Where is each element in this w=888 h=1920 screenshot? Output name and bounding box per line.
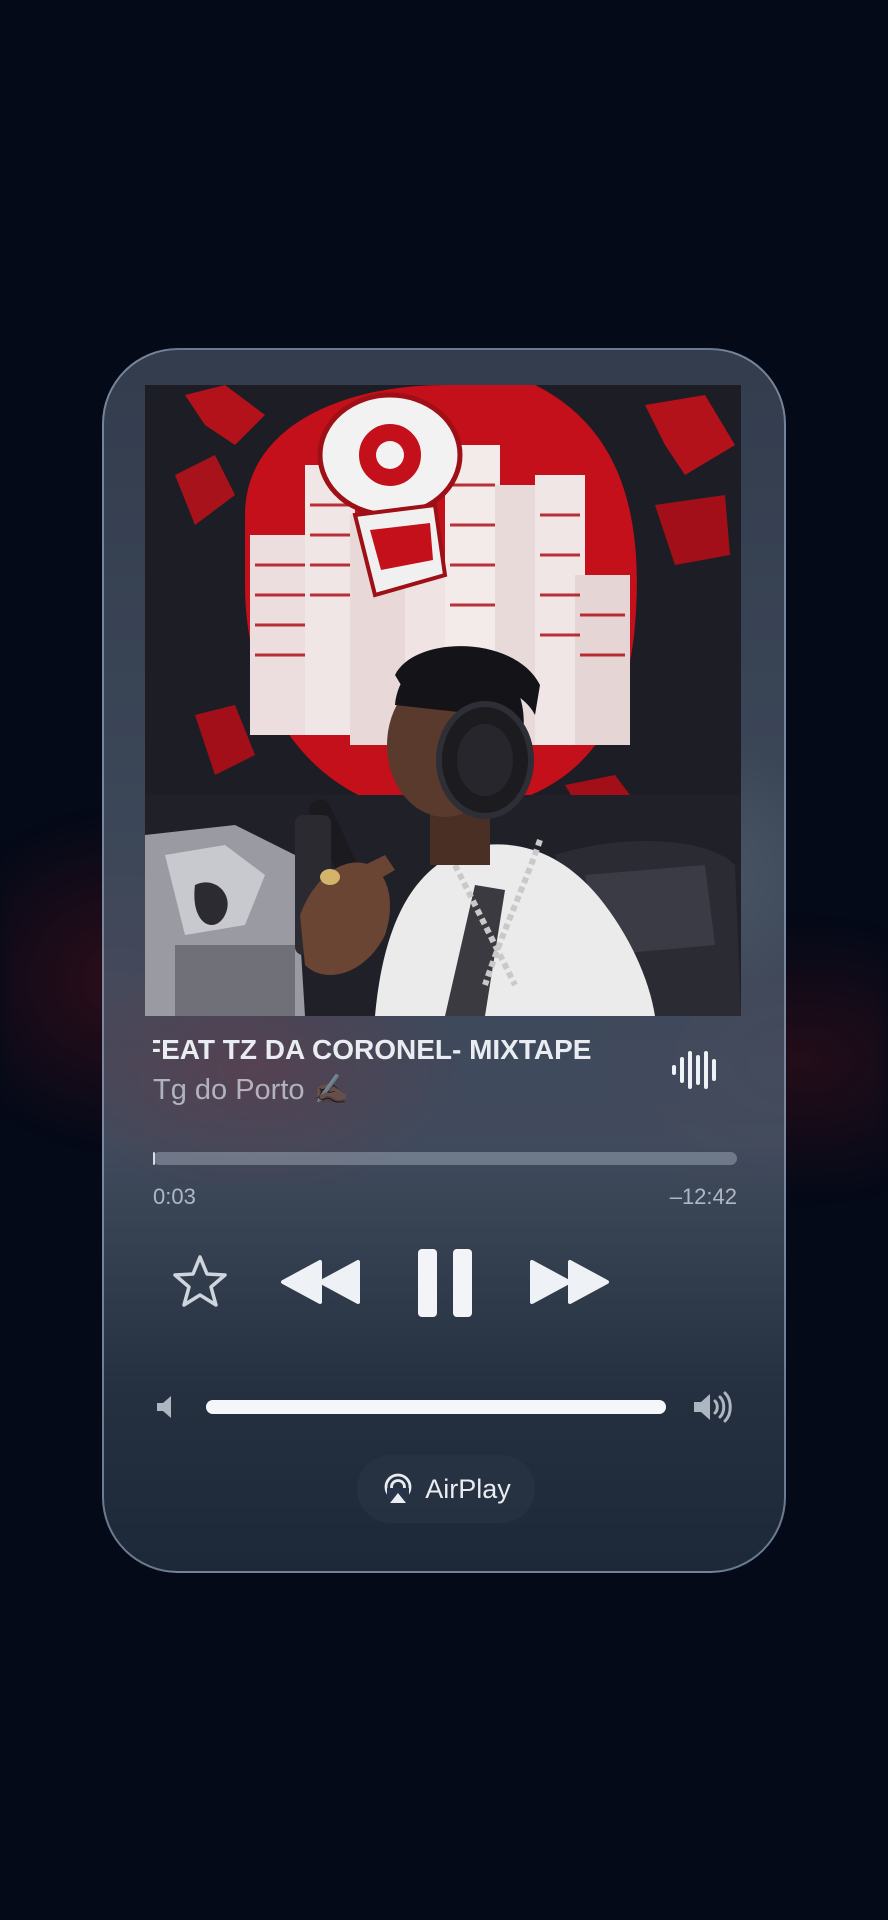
fast-forward-button[interactable] <box>528 1259 610 1305</box>
waveform-icon[interactable] <box>671 1049 717 1091</box>
airplay-button[interactable]: AirPlay <box>357 1455 535 1523</box>
progress-fill <box>153 1152 156 1165</box>
progress-bar[interactable] <box>153 1152 737 1165</box>
pause-button[interactable] <box>416 1247 474 1319</box>
song-title[interactable]: FEAT TZ DA CORONEL- MIXTAPE <box>153 1034 643 1074</box>
remaining-time: –12:42 <box>669 1184 737 1209</box>
album-artwork <box>145 385 741 1016</box>
favorite-button[interactable] <box>170 1253 230 1311</box>
volume-fill <box>206 1400 666 1414</box>
elapsed-time: 0:03 <box>153 1184 196 1209</box>
airplay-icon <box>384 1473 412 1503</box>
speaker-high-icon <box>692 1390 736 1424</box>
fast-forward-icon <box>530 1260 609 1304</box>
artist-name[interactable]: Tg do Porto ✍🏿 <box>153 1073 349 1107</box>
star-icon <box>173 1255 227 1307</box>
speaker-low-icon <box>155 1394 179 1420</box>
pause-icon <box>418 1249 472 1317</box>
rewind-icon <box>281 1260 360 1304</box>
volume-slider[interactable] <box>206 1400 666 1414</box>
airplay-label: AirPlay <box>425 1473 511 1504</box>
rewind-button[interactable] <box>280 1259 362 1305</box>
